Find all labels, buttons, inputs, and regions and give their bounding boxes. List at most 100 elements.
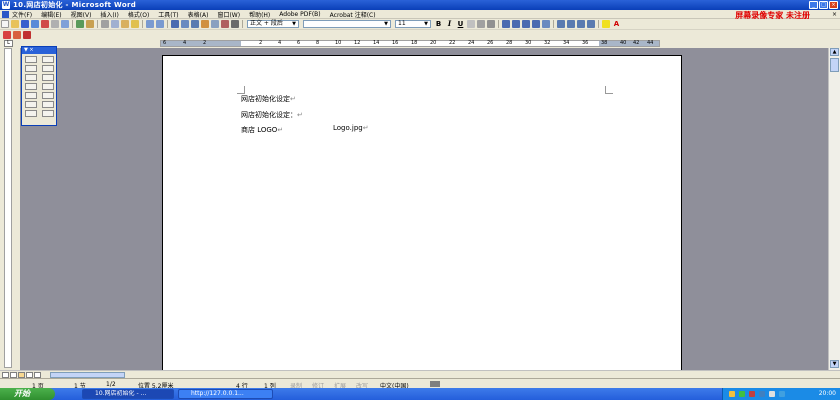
italic-button[interactable]: I xyxy=(445,20,454,28)
menu-window[interactable]: 窗口(W) xyxy=(217,10,240,19)
scroll-thumb[interactable] xyxy=(830,58,839,72)
insert-table-icon[interactable] xyxy=(191,20,199,28)
decrease-indent-icon[interactable] xyxy=(577,20,585,28)
spelling-icon[interactable] xyxy=(76,20,84,28)
undo-icon[interactable] xyxy=(146,20,154,28)
format-painter-icon[interactable] xyxy=(131,20,139,28)
close-document-button[interactable]: × xyxy=(832,11,837,18)
doc-paragraph[interactable]: 商店 LOGO↵ xyxy=(241,125,283,135)
palette-button[interactable] xyxy=(41,110,54,117)
align-center-icon[interactable] xyxy=(512,20,520,28)
open-folder-icon[interactable] xyxy=(11,20,19,28)
maximize-button[interactable]: □ xyxy=(819,1,828,9)
align-right-icon[interactable] xyxy=(522,20,530,28)
menu-tools[interactable]: 工具(T) xyxy=(158,10,178,19)
palette-button[interactable] xyxy=(41,101,54,108)
print-icon[interactable] xyxy=(51,20,59,28)
horizontal-ruler[interactable]: 6 4 2 2 4 6 8 10 12 14 16 18 20 22 24 26… xyxy=(160,40,660,47)
save-icon[interactable] xyxy=(21,20,29,28)
menu-edit[interactable]: 编辑(E) xyxy=(41,10,61,19)
palette-button[interactable] xyxy=(41,65,54,72)
tray-icon[interactable] xyxy=(779,391,785,397)
palette-button[interactable] xyxy=(24,92,37,99)
palette-button[interactable] xyxy=(24,101,37,108)
font-combo[interactable]: ▼ xyxy=(303,20,391,28)
line-spacing-icon[interactable] xyxy=(542,20,550,28)
columns-icon[interactable] xyxy=(211,20,219,28)
scroll-up-arrow-icon[interactable]: ▲ xyxy=(830,48,839,56)
pdf-convert-icon[interactable] xyxy=(3,30,11,39)
spelling-status-icon[interactable] xyxy=(430,381,440,387)
tray-icon[interactable] xyxy=(759,391,765,397)
tables-borders-icon[interactable] xyxy=(181,20,189,28)
menu-acrobat-comments[interactable]: Acrobat 注释(C) xyxy=(330,10,376,19)
redo-icon[interactable] xyxy=(156,20,164,28)
menu-adobe-pdf[interactable]: Adobe PDF(B) xyxy=(279,11,320,18)
document-page[interactable]: 网店初始化设定↵ 网店初始化设定：↵ 商店 LOGO↵ Logo.jpg↵ xyxy=(162,55,682,373)
menu-help[interactable]: 帮助(H) xyxy=(249,10,270,19)
char-border-icon[interactable] xyxy=(467,20,475,28)
justify-icon[interactable] xyxy=(532,20,540,28)
char-scale-icon[interactable] xyxy=(487,20,495,28)
palette-button[interactable] xyxy=(24,74,37,81)
palette-button[interactable] xyxy=(41,92,54,99)
palette-button[interactable] xyxy=(41,56,54,63)
numbering-icon[interactable] xyxy=(557,20,565,28)
scroll-down-arrow-icon[interactable]: ▼ xyxy=(830,360,839,368)
menu-view[interactable]: 视图(V) xyxy=(71,10,92,19)
palette-button[interactable] xyxy=(24,56,37,63)
palette-button[interactable] xyxy=(24,65,37,72)
pdf-review-icon[interactable] xyxy=(23,30,31,39)
menu-insert[interactable]: 插入(I) xyxy=(100,10,118,19)
menu-file[interactable]: 文件(F) xyxy=(12,10,32,19)
new-document-icon[interactable] xyxy=(1,20,9,28)
char-shading-icon[interactable] xyxy=(477,20,485,28)
palette-button[interactable] xyxy=(24,110,37,117)
word-app-icon[interactable]: W xyxy=(2,1,10,9)
underline-button[interactable]: U xyxy=(456,20,465,28)
palette-button[interactable] xyxy=(24,83,37,90)
close-button[interactable]: × xyxy=(829,1,838,9)
align-left-icon[interactable] xyxy=(502,20,510,28)
print-preview-icon[interactable] xyxy=(61,20,69,28)
cut-icon[interactable] xyxy=(101,20,109,28)
minimize-button[interactable]: _ xyxy=(809,1,818,9)
increase-indent-icon[interactable] xyxy=(587,20,595,28)
pdf-email-icon[interactable] xyxy=(13,30,21,39)
palette-button[interactable] xyxy=(41,83,54,90)
tray-icon[interactable] xyxy=(739,391,745,397)
show-hide-icon[interactable] xyxy=(231,20,239,28)
taskbar-item-browser[interactable]: http://127.0.0.1... xyxy=(178,389,273,399)
doc-paragraph[interactable]: Logo.jpg↵ xyxy=(333,124,369,132)
drawing-icon[interactable] xyxy=(221,20,229,28)
copy-icon[interactable] xyxy=(111,20,119,28)
research-icon[interactable] xyxy=(86,20,94,28)
style-combo[interactable]: 正文 + 段后 ▼ xyxy=(247,20,299,28)
font-color-button[interactable]: A xyxy=(612,20,621,28)
start-button[interactable]: 开始 xyxy=(0,388,55,400)
tab-selector[interactable]: L xyxy=(4,40,13,47)
menu-format[interactable]: 格式(O) xyxy=(128,10,149,19)
palette-button[interactable] xyxy=(41,74,54,81)
horizontal-scrollbar[interactable] xyxy=(0,370,840,378)
insert-excel-icon[interactable] xyxy=(201,20,209,28)
vertical-ruler[interactable] xyxy=(4,48,12,368)
document-icon[interactable] xyxy=(2,10,9,18)
bold-button[interactable]: B xyxy=(434,20,443,28)
email-icon[interactable] xyxy=(41,20,49,28)
tray-icon[interactable] xyxy=(769,391,775,397)
hyperlink-icon[interactable] xyxy=(171,20,179,28)
bullets-icon[interactable] xyxy=(567,20,575,28)
tray-icon[interactable] xyxy=(729,391,735,397)
palette-title-bar[interactable]: ▼ × xyxy=(22,47,56,54)
vertical-scrollbar[interactable]: ▲ ▼ xyxy=(828,48,840,378)
menu-table[interactable]: 表格(A) xyxy=(188,10,209,19)
doc-paragraph[interactable]: 网店初始化设定↵ xyxy=(241,94,296,104)
permission-icon[interactable] xyxy=(31,20,39,28)
highlight-icon[interactable] xyxy=(602,20,610,28)
paste-icon[interactable] xyxy=(121,20,129,28)
taskbar-item-word[interactable]: 10.网店初始化 - ... xyxy=(82,389,174,399)
tray-icon[interactable] xyxy=(749,391,755,397)
font-size-combo[interactable]: 11 ▼ xyxy=(395,20,431,28)
doc-paragraph[interactable]: 网店初始化设定：↵ xyxy=(241,110,303,120)
